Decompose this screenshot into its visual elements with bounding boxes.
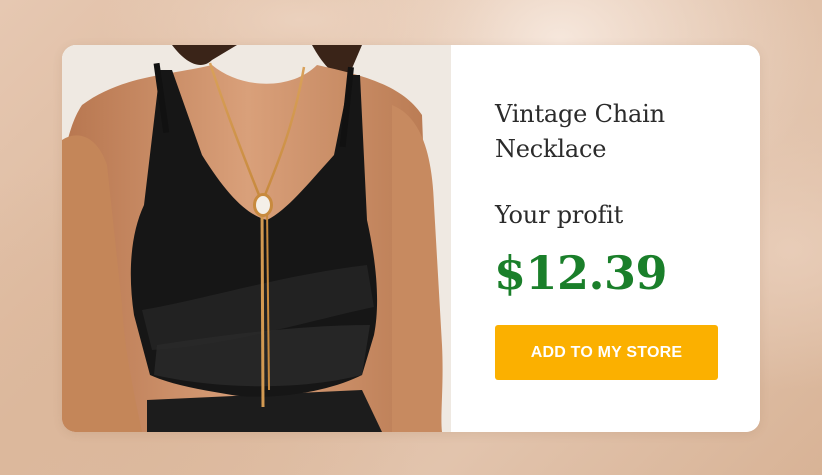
add-to-my-store-button[interactable]: ADD TO MY STORE: [495, 325, 718, 380]
profit-value: $12.39: [494, 246, 668, 300]
product-photo: [62, 45, 451, 432]
product-title: Vintage Chain Necklace: [495, 100, 665, 163]
product-photo-illustration: [62, 45, 451, 432]
profit-label: Your profit: [495, 201, 624, 229]
product-card: Vintage Chain Necklace Your profit $12.3…: [62, 45, 760, 432]
product-info-panel: Vintage Chain Necklace Your profit $12.3…: [451, 45, 760, 432]
